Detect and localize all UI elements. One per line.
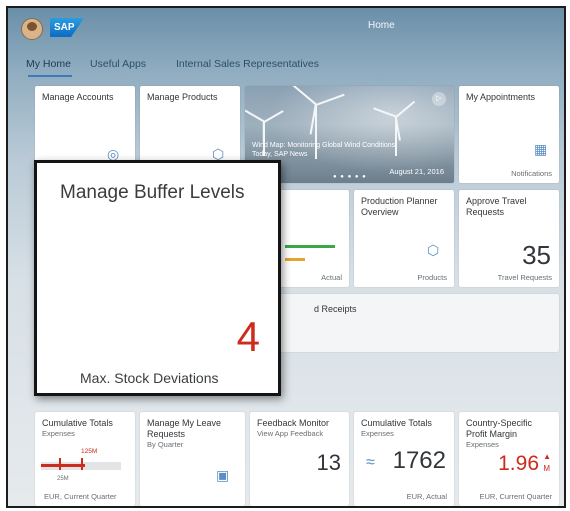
tile-footer: Actual [321,273,342,282]
carousel-indicator: ● ● ● ● ● [333,174,367,180]
tile-title: Approve Travel Requests [466,196,527,217]
tile-production-planner[interactable]: Production Planner Overview ⬡ Products [354,190,454,287]
tile-title: Cumulative Totals [361,418,432,428]
tile-profit-margin[interactable]: Country-Specific Profit Margin Expenses … [459,412,559,506]
tile-subtitle: By Quarter [147,440,184,449]
box-icon: ⬡ [427,242,440,258]
launchpad: SAP Home My Home Useful Apps Internal Sa… [6,6,566,508]
tile-title: Manage Accounts [42,92,114,102]
tile-subtitle: Expenses [466,440,499,449]
news-date: August 21, 2016 [389,167,444,176]
tile-approve-travel[interactable]: Approve Travel Requests 35 Travel Reques… [459,190,559,287]
sap-logo: SAP [50,18,84,37]
tile-footer: EUR, Actual [406,492,447,501]
page-title: Home [368,20,395,31]
bullet-value-bar [41,464,85,467]
tile-footer: EUR, Current Quarter [44,492,117,501]
tile-feedback-monitor[interactable]: Feedback Monitor View App Feedback 13 [250,412,349,506]
kpi-value: 4 [236,313,260,360]
news-source: Today, SAP News [252,151,308,158]
bullet-target-marker [59,458,61,470]
news-title: Wind Map: Monitoring Global Wind Conditi… [252,142,396,149]
tile-title: Cumulative Totals [42,418,113,428]
kpi-value: 13 [316,450,341,475]
avatar[interactable] [21,18,43,40]
tile-title: Manage Buffer Levels [60,182,245,203]
bullet-target-marker [81,458,83,470]
kpi-unit: M [543,464,550,473]
tile-cumulative-totals[interactable]: Cumulative Totals Expenses ≈ 1762 EUR, A… [354,412,454,506]
kpi-bar-green [285,245,335,248]
tile-title: Feedback Monitor [257,418,330,428]
tile-title: My Appointments [466,92,536,102]
tile-footer: Products [417,273,447,282]
tile-footer: Travel Requests [497,273,552,282]
kpi-value: 1762 [392,447,446,474]
tile-cumulative-totals-bullet[interactable]: Cumulative Totals Expenses 125M 25M EUR,… [35,412,135,506]
play-icon[interactable]: ▷ [432,92,446,106]
tile-subtitle: Expenses [42,429,75,438]
trend-up-icon: ▲ [543,452,551,461]
kpi-value: 1.96 [498,452,539,475]
trend-icon: ≈ [366,454,375,471]
tile-title: d Receipts [314,304,357,314]
kpi-bar-orange [285,258,305,261]
tile-footer: Notifications [511,169,552,178]
tile-title: Production Planner Overview [361,196,438,217]
tile-footer: Max. Stock Deviations [80,370,219,386]
tile-subtitle: View App Feedback [257,429,324,438]
tile-title: Country-Specific Profit Margin [466,418,533,439]
tile-manage-buffer-levels[interactable]: Manage Buffer Levels 4 Max. Stock Deviat… [34,160,281,396]
tab-my-home[interactable]: My Home [26,58,71,70]
active-tab-indicator [28,75,72,77]
tab-useful-apps[interactable]: Useful Apps [90,58,146,70]
shell-bar: SAP Home [8,8,564,50]
bullet-value-label: 125M [81,448,98,455]
tab-internal-sales[interactable]: Internal Sales Representatives [176,58,319,70]
news-headline: Wind Map: Monitoring Global Wind Conditi… [252,141,432,159]
tile-title: Manage My Leave Requests [147,418,222,439]
tile-my-appointments[interactable]: My Appointments ▦ Notifications [459,86,559,183]
tile-manage-leave[interactable]: Manage My Leave Requests By Quarter ▣ [140,412,245,506]
tile-subtitle: Expenses [361,429,394,438]
bullet-target-label: 25M [57,476,69,482]
kpi-value: 35 [522,240,551,270]
tile-receipts[interactable]: d Receipts [245,294,559,352]
person-icon: ▣ [216,467,230,483]
calendar-icon: ▦ [534,141,548,157]
tile-title: Manage Products [147,92,218,102]
tile-footer: EUR, Current Quarter [479,492,552,501]
